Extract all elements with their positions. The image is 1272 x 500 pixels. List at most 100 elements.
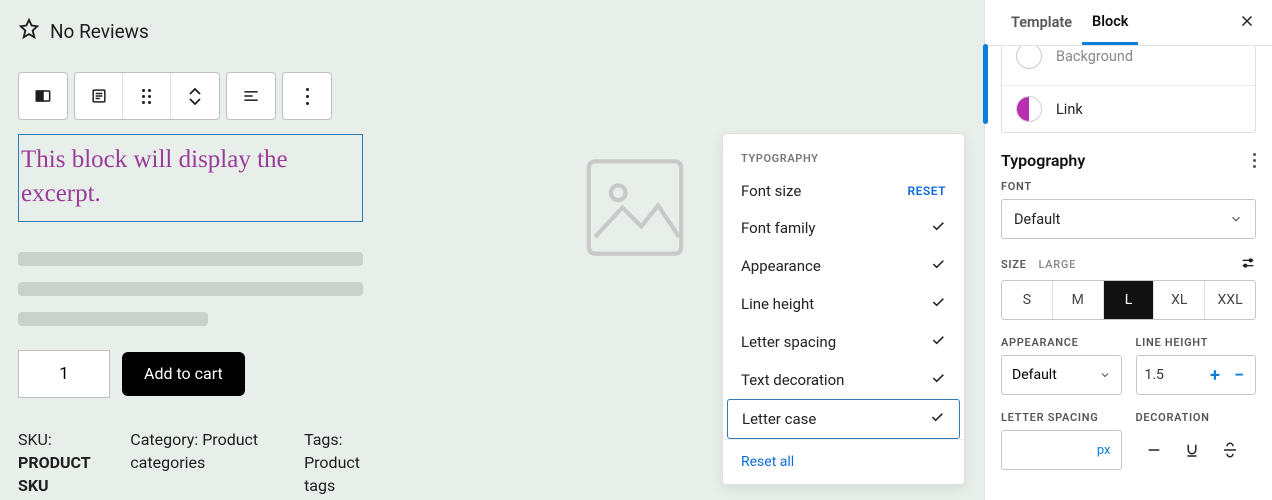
appearance-col: APPEARANCE Default	[1001, 336, 1122, 395]
plus-icon[interactable]: +	[1207, 365, 1223, 386]
popover-item-label: Line height	[741, 295, 814, 313]
appearance-lineheight-row: APPEARANCE Default LINE HEIGHT 1.5 + −	[1001, 336, 1256, 395]
minus-icon[interactable]: −	[1231, 365, 1247, 386]
popover-item-label: Letter case	[742, 410, 816, 428]
popover-item-label: Text decoration	[741, 371, 844, 389]
size-s[interactable]: S	[1002, 281, 1053, 319]
skeleton-line	[18, 312, 208, 326]
color-panel: Background Link	[1001, 46, 1256, 133]
letterspacing-col: LETTER SPACING px	[1001, 411, 1122, 470]
color-label: Background	[1056, 48, 1133, 65]
category-meta: Category: Product categories	[130, 428, 264, 498]
quantity-input[interactable]	[18, 350, 110, 398]
typography-tools-popover: TYPOGRAPHY Font size RESET Font family A…	[722, 133, 965, 485]
popover-item-label: Font size	[741, 182, 801, 200]
size-row: SIZE LARGE S M L XL XXL	[1001, 255, 1256, 320]
letterspacing-input[interactable]: px	[1001, 430, 1122, 470]
tags-meta: Tags: Product tags	[304, 428, 363, 498]
check-icon	[930, 256, 946, 276]
decoration-underline-icon[interactable]	[1180, 438, 1204, 462]
section-options-icon[interactable]	[1253, 153, 1256, 168]
size-xxl[interactable]: XXL	[1205, 281, 1255, 319]
settings-sidebar: Template Block Background Link Typograph…	[984, 0, 1272, 500]
star-icon	[18, 18, 40, 44]
size-m[interactable]: M	[1053, 281, 1104, 319]
select-parent-icon[interactable]	[75, 73, 123, 119]
tags-value: Product tags	[304, 451, 363, 497]
popover-item-text-decoration[interactable]: Text decoration	[723, 361, 964, 399]
decoration-col: DECORATION	[1136, 411, 1257, 470]
move-updown-icon[interactable]	[171, 73, 219, 119]
appearance-value: Default	[1012, 367, 1057, 383]
toolbar-group-3	[226, 72, 276, 120]
popover-item-line-height[interactable]: Line height	[723, 285, 964, 323]
tab-template[interactable]: Template	[1001, 0, 1082, 45]
decoration-strikethrough-icon[interactable]	[1218, 438, 1242, 462]
typography-section-title: Typography	[1001, 151, 1256, 170]
size-sub: LARGE	[1039, 258, 1076, 271]
excerpt-block[interactable]: This block will display the excerpt.	[18, 134, 363, 222]
reset-all-link[interactable]: Reset all	[723, 439, 964, 484]
skeleton-line	[18, 252, 363, 266]
size-label-text: SIZE	[1001, 258, 1027, 271]
image-placeholder-icon	[580, 155, 690, 260]
lineheight-value: 1.5	[1145, 367, 1200, 383]
size-l[interactable]: L	[1104, 281, 1155, 319]
color-row-background[interactable]: Background	[1002, 46, 1255, 79]
lineheight-stepper[interactable]: 1.5 + −	[1136, 355, 1257, 395]
color-row-link[interactable]: Link	[1002, 85, 1255, 132]
sku-meta: SKU: PRODUCT SKU	[18, 428, 90, 498]
unit-label: px	[1097, 443, 1111, 458]
check-icon	[930, 370, 946, 390]
spacing-decoration-row: LETTER SPACING px DECORATION	[1001, 411, 1256, 470]
popover-item-label: Appearance	[741, 257, 821, 275]
reviews-text: No Reviews	[50, 20, 149, 43]
sku-value: PRODUCT SKU	[18, 453, 90, 495]
appearance-label: APPEARANCE	[1001, 336, 1122, 349]
cart-row: Add to cart	[18, 350, 363, 398]
reset-link[interactable]: RESET	[908, 184, 946, 198]
decoration-label: DECORATION	[1136, 411, 1257, 424]
chevron-down-icon	[1099, 369, 1111, 381]
tab-block[interactable]: Block	[1082, 0, 1138, 45]
popover-item-font-family[interactable]: Font family	[723, 209, 964, 247]
check-icon	[929, 409, 945, 429]
size-xl[interactable]: XL	[1154, 281, 1205, 319]
size-label: SIZE LARGE	[1001, 255, 1256, 274]
font-value: Default	[1014, 211, 1060, 228]
toolbar-group-1	[18, 72, 68, 120]
popover-item-appearance[interactable]: Appearance	[723, 247, 964, 285]
popover-item-letter-case[interactable]: Letter case	[727, 399, 960, 439]
swatch-icon	[1016, 46, 1042, 69]
popover-item-font-size[interactable]: Font size RESET	[723, 173, 964, 209]
drag-handle-icon[interactable]	[123, 73, 171, 119]
toolbar-group-2	[74, 72, 220, 120]
align-icon[interactable]	[227, 73, 275, 119]
check-icon	[930, 218, 946, 238]
custom-size-icon[interactable]	[1240, 255, 1256, 274]
check-icon	[930, 332, 946, 352]
decoration-buttons	[1136, 430, 1257, 470]
appearance-select[interactable]: Default	[1001, 355, 1122, 395]
sidebar-body: Background Link Typography FONT Default …	[985, 46, 1272, 500]
font-select[interactable]: Default	[1001, 199, 1256, 239]
chevron-down-icon	[1229, 212, 1243, 226]
popover-item-label: Letter spacing	[741, 333, 836, 351]
product-editor-area: No Reviews	[18, 18, 363, 497]
close-icon[interactable]	[1238, 12, 1256, 34]
tags-label: Tags:	[304, 428, 363, 451]
reviews-row: No Reviews	[18, 18, 363, 44]
popover-item-letter-spacing[interactable]: Letter spacing	[723, 323, 964, 361]
skeleton-line	[18, 282, 363, 296]
add-to-cart-button[interactable]: Add to cart	[122, 352, 245, 396]
lineheight-label: LINE HEIGHT	[1136, 336, 1257, 349]
swatch-icon	[1016, 96, 1042, 122]
color-label: Link	[1056, 101, 1083, 118]
more-options-icon[interactable]	[283, 73, 331, 119]
popover-title: TYPOGRAPHY	[723, 134, 964, 173]
decoration-none-icon[interactable]	[1142, 438, 1166, 462]
section-heading: Typography	[1001, 151, 1085, 170]
block-type-icon[interactable]	[19, 73, 67, 119]
sidebar-tabs: Template Block	[985, 0, 1272, 46]
category-label: Category:	[130, 430, 198, 449]
